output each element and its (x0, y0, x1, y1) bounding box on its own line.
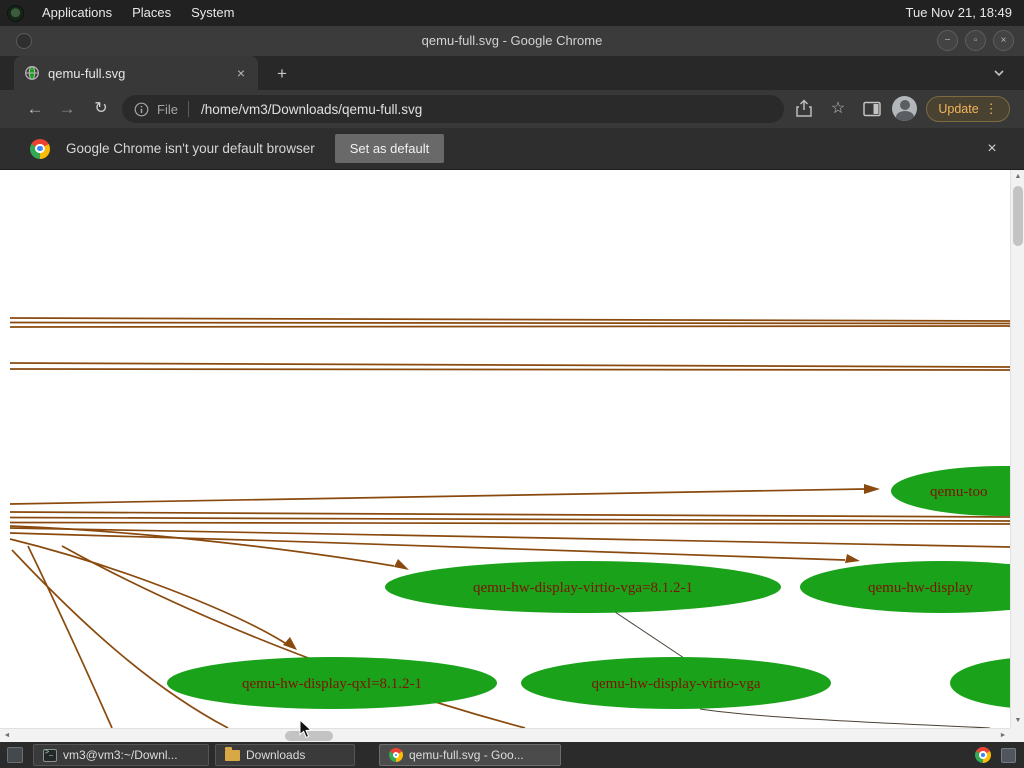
graph-node: qemu-hw-display-virtio-vga=8.1.2-1 (385, 561, 781, 613)
omnibox-path[interactable]: /home/vm3/Downloads/qemu-full.svg (201, 102, 422, 117)
tab-strip: qemu-full.svg × + (0, 56, 1024, 90)
chevron-down-icon[interactable] (990, 64, 1008, 82)
infobar-message: Google Chrome isn't your default browser (66, 141, 315, 156)
infobar-close-icon[interactable]: × (982, 139, 1002, 159)
tab-close-icon[interactable]: × (232, 64, 250, 82)
bookmark-star-icon[interactable]: ☆ (826, 97, 850, 121)
terminal-icon (43, 748, 57, 762)
graph-edges (9, 317, 1011, 729)
system-tray (975, 747, 1016, 763)
default-browser-infobar: Google Chrome isn't your default browser… (0, 128, 1024, 170)
close-button[interactable]: × (993, 30, 1014, 51)
vertical-scrollbar[interactable]: ▲ ▼ (1010, 170, 1024, 728)
scroll-right-icon[interactable]: ► (996, 729, 1010, 742)
forward-button[interactable]: → (54, 96, 80, 122)
update-button[interactable]: Update ⋮ (926, 96, 1010, 122)
info-icon[interactable] (134, 102, 149, 117)
address-bar[interactable]: File /home/vm3/Downloads/qemu-full.svg (122, 95, 784, 123)
omnibox-divider (187, 101, 189, 117)
places-menu[interactable]: Places (122, 0, 181, 26)
reload-button[interactable]: ↻ (88, 96, 114, 122)
folder-icon (225, 746, 240, 761)
window-title: qemu-full.svg - Google Chrome (421, 33, 603, 48)
vertical-scroll-thumb[interactable] (1013, 186, 1023, 246)
graph-node: qemu-too (891, 466, 1024, 516)
task-button-chrome[interactable]: qemu-full.svg - Goo... (379, 744, 561, 766)
task-button-label: Downloads (246, 748, 306, 762)
desktop: Applications Places System Tue Nov 21, 1… (0, 0, 1024, 768)
system-menu[interactable]: System (181, 0, 244, 26)
graph-node (950, 657, 1024, 709)
chrome-logo-icon (30, 138, 50, 159)
maximize-button[interactable]: ▫ (965, 30, 986, 51)
graph-node-label: qemu-hw-display (868, 580, 973, 596)
graph-node-label: qemu-hw-display-virtio-vga (591, 676, 760, 692)
applications-menu[interactable]: Applications (32, 0, 122, 26)
svg-graph: qemu-too qemu-hw-display-virtio-vga=8.1.… (9, 317, 1024, 729)
mouse-cursor (299, 719, 313, 739)
tab-qemu-full-svg[interactable]: qemu-full.svg × (14, 56, 258, 90)
menu-dots-icon[interactable]: ⋮ (985, 101, 998, 117)
top-panel: Applications Places System Tue Nov 21, 1… (0, 0, 1024, 26)
distro-menu-icon[interactable] (7, 4, 24, 22)
task-button-downloads[interactable]: Downloads (215, 744, 355, 766)
set-as-default-button[interactable]: Set as default (334, 134, 445, 163)
profile-avatar-icon[interactable] (892, 96, 917, 121)
side-panel-icon[interactable] (860, 97, 884, 121)
file-scheme-chip: File (157, 101, 178, 117)
horizontal-scrollbar[interactable]: ◄ ► (0, 728, 1010, 742)
graph-node-label: qemu-hw-display-virtio-vga=8.1.2-1 (473, 580, 693, 596)
new-tab-button[interactable]: + (270, 62, 294, 86)
scroll-left-icon[interactable]: ◄ (0, 729, 14, 742)
chrome-icon (389, 748, 403, 762)
scrollbar-corner (1010, 728, 1024, 742)
graph-node: qemu-hw-display (800, 561, 1024, 613)
tray-applet-icon[interactable] (1001, 747, 1016, 763)
graph-node-label: qemu-too (930, 484, 988, 500)
share-icon[interactable] (792, 97, 816, 121)
browser-toolbar: ← → ↻ File /home/vm3/Downloads/qemu-full… (0, 90, 1024, 128)
task-button-terminal[interactable]: vm3@vm3:~/Downl... (33, 744, 209, 766)
clock[interactable]: Tue Nov 21, 18:49 (906, 0, 1012, 26)
graph-node-label: qemu-hw-display-qxl=8.1.2-1 (242, 676, 422, 692)
show-desktop-icon[interactable] (7, 747, 23, 763)
scroll-up-icon[interactable]: ▲ (1011, 170, 1024, 184)
scroll-down-icon[interactable]: ▼ (1011, 714, 1024, 728)
minimize-button[interactable]: − (937, 30, 958, 51)
globe-icon (25, 66, 39, 80)
tray-chrome-icon[interactable] (975, 747, 991, 763)
taskbar: vm3@vm3:~/Downl... Downloads qemu-full.s… (0, 742, 1024, 768)
window-titlebar: qemu-full.svg - Google Chrome − ▫ × (0, 26, 1024, 56)
window-menu-icon[interactable] (16, 33, 32, 49)
tab-label: qemu-full.svg (48, 65, 126, 81)
task-button-label: vm3@vm3:~/Downl... (63, 748, 178, 762)
graph-node: qemu-hw-display-qxl=8.1.2-1 (167, 657, 497, 709)
svg-viewport: qemu-too qemu-hw-display-virtio-vga=8.1.… (0, 170, 1024, 742)
update-label: Update (938, 102, 979, 116)
task-button-label: qemu-full.svg - Goo... (409, 748, 524, 762)
graph-node: qemu-hw-display-virtio-vga (521, 657, 831, 709)
back-button[interactable]: ← (22, 96, 48, 122)
